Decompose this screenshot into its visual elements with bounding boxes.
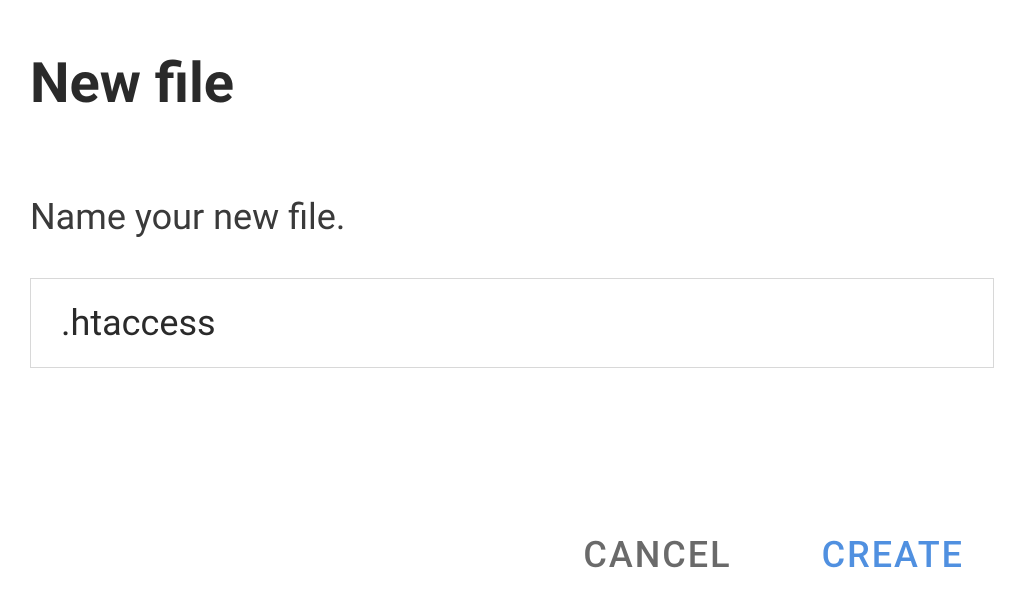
dialog-actions: CANCEL CREATE (583, 534, 964, 576)
dialog-title: New file (30, 50, 994, 116)
cancel-button[interactable]: CANCEL (583, 534, 731, 576)
filename-label: Name your new file. (30, 196, 994, 238)
create-button[interactable]: CREATE (822, 534, 964, 576)
filename-input[interactable] (30, 278, 994, 368)
